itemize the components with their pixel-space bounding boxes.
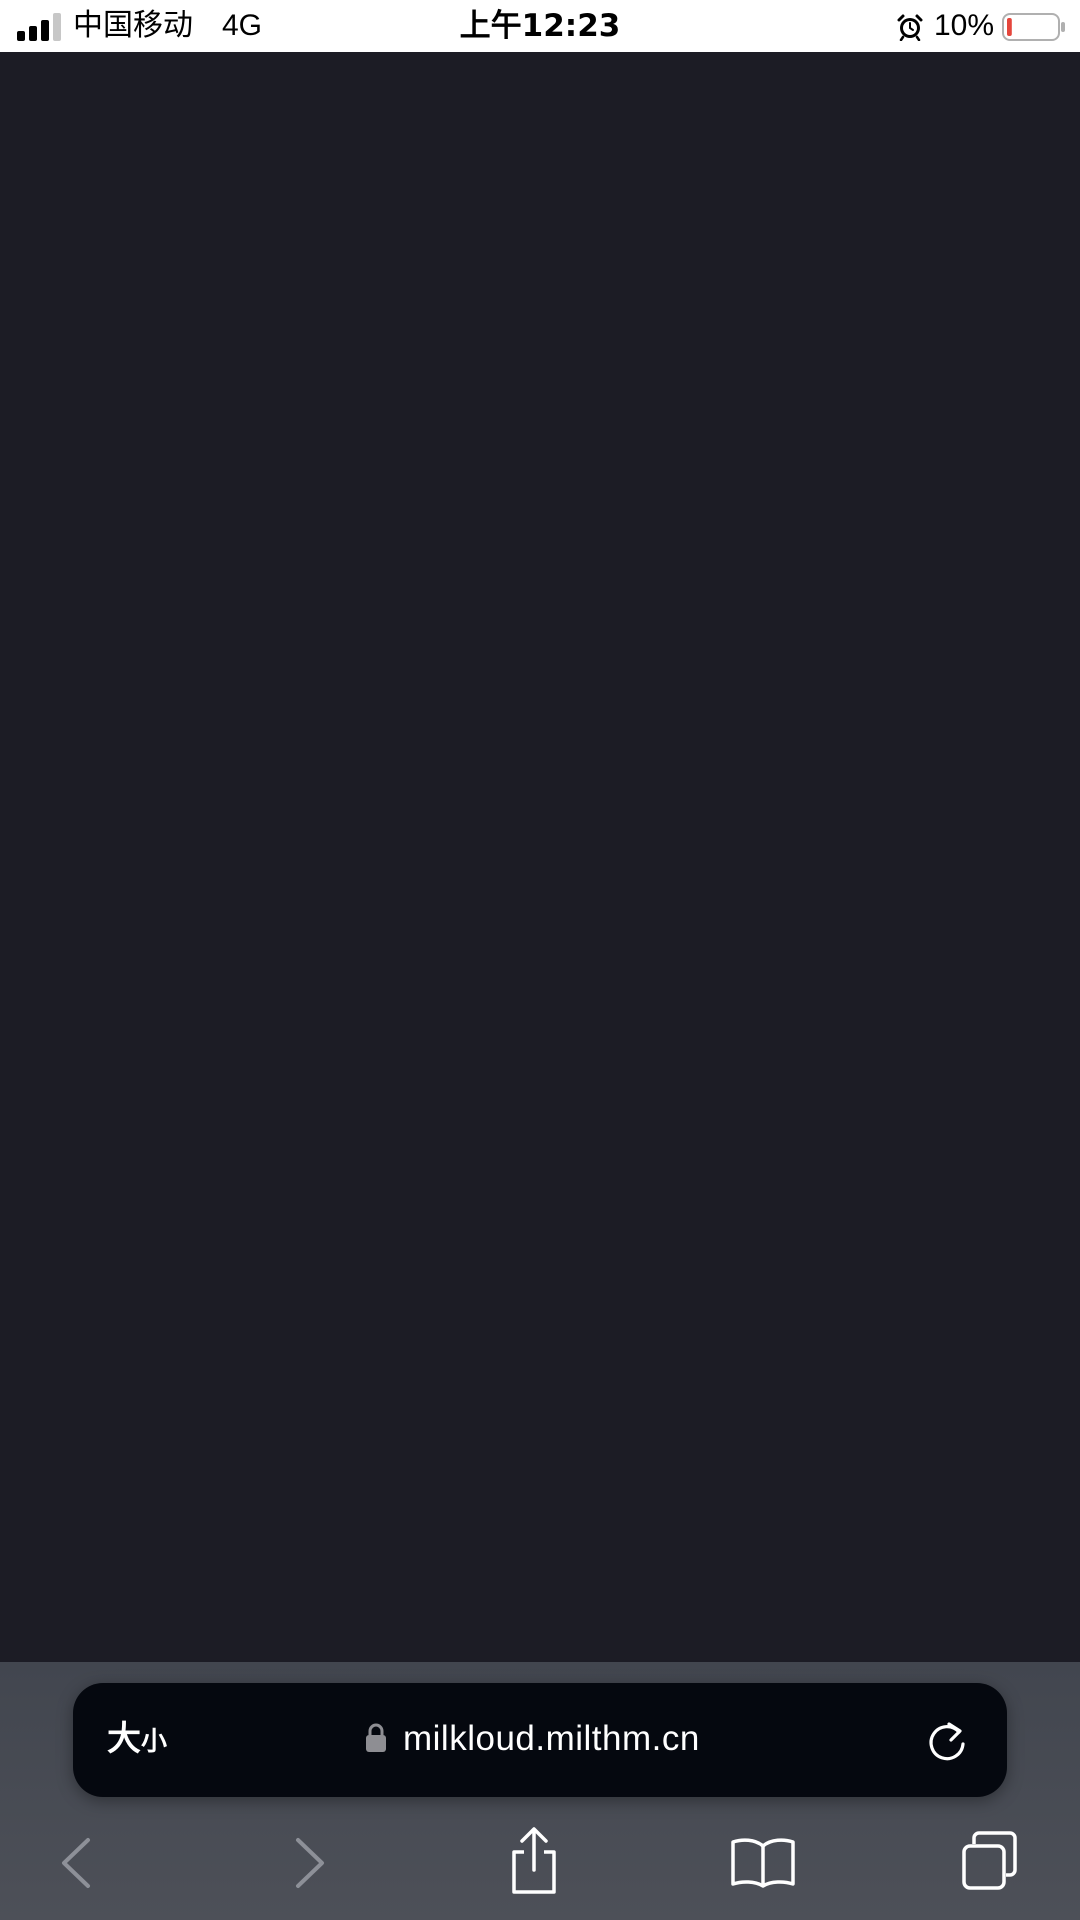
address-bar[interactable]: 大小 milkloud.milthm.cn — [73, 1683, 1007, 1797]
browser-toolbar: 大小 milkloud.milthm.cn — [0, 1662, 1080, 1920]
lock-icon — [366, 1723, 386, 1752]
text-size-big-label: 大 — [107, 1719, 141, 1759]
share-icon[interactable] — [508, 1826, 560, 1896]
text-size-button[interactable]: 大小 — [107, 1719, 167, 1765]
battery-percent: 10% — [934, 9, 995, 42]
reload-icon[interactable] — [925, 1718, 969, 1764]
bookmarks-icon[interactable] — [730, 1836, 796, 1888]
alarm-icon — [897, 14, 923, 41]
back-icon[interactable] — [56, 1836, 96, 1890]
forward-icon[interactable] — [290, 1836, 330, 1890]
url-text[interactable]: milkloud.milthm.cn — [403, 1717, 700, 1761]
web-page-content[interactable] — [0, 52, 1080, 1662]
battery-icon — [1002, 13, 1065, 41]
tabs-icon[interactable] — [960, 1830, 1022, 1892]
text-size-small-label: 小 — [141, 1727, 168, 1757]
status-bar: 中国移动 4G 上午12:23 10% — [0, 0, 1080, 52]
